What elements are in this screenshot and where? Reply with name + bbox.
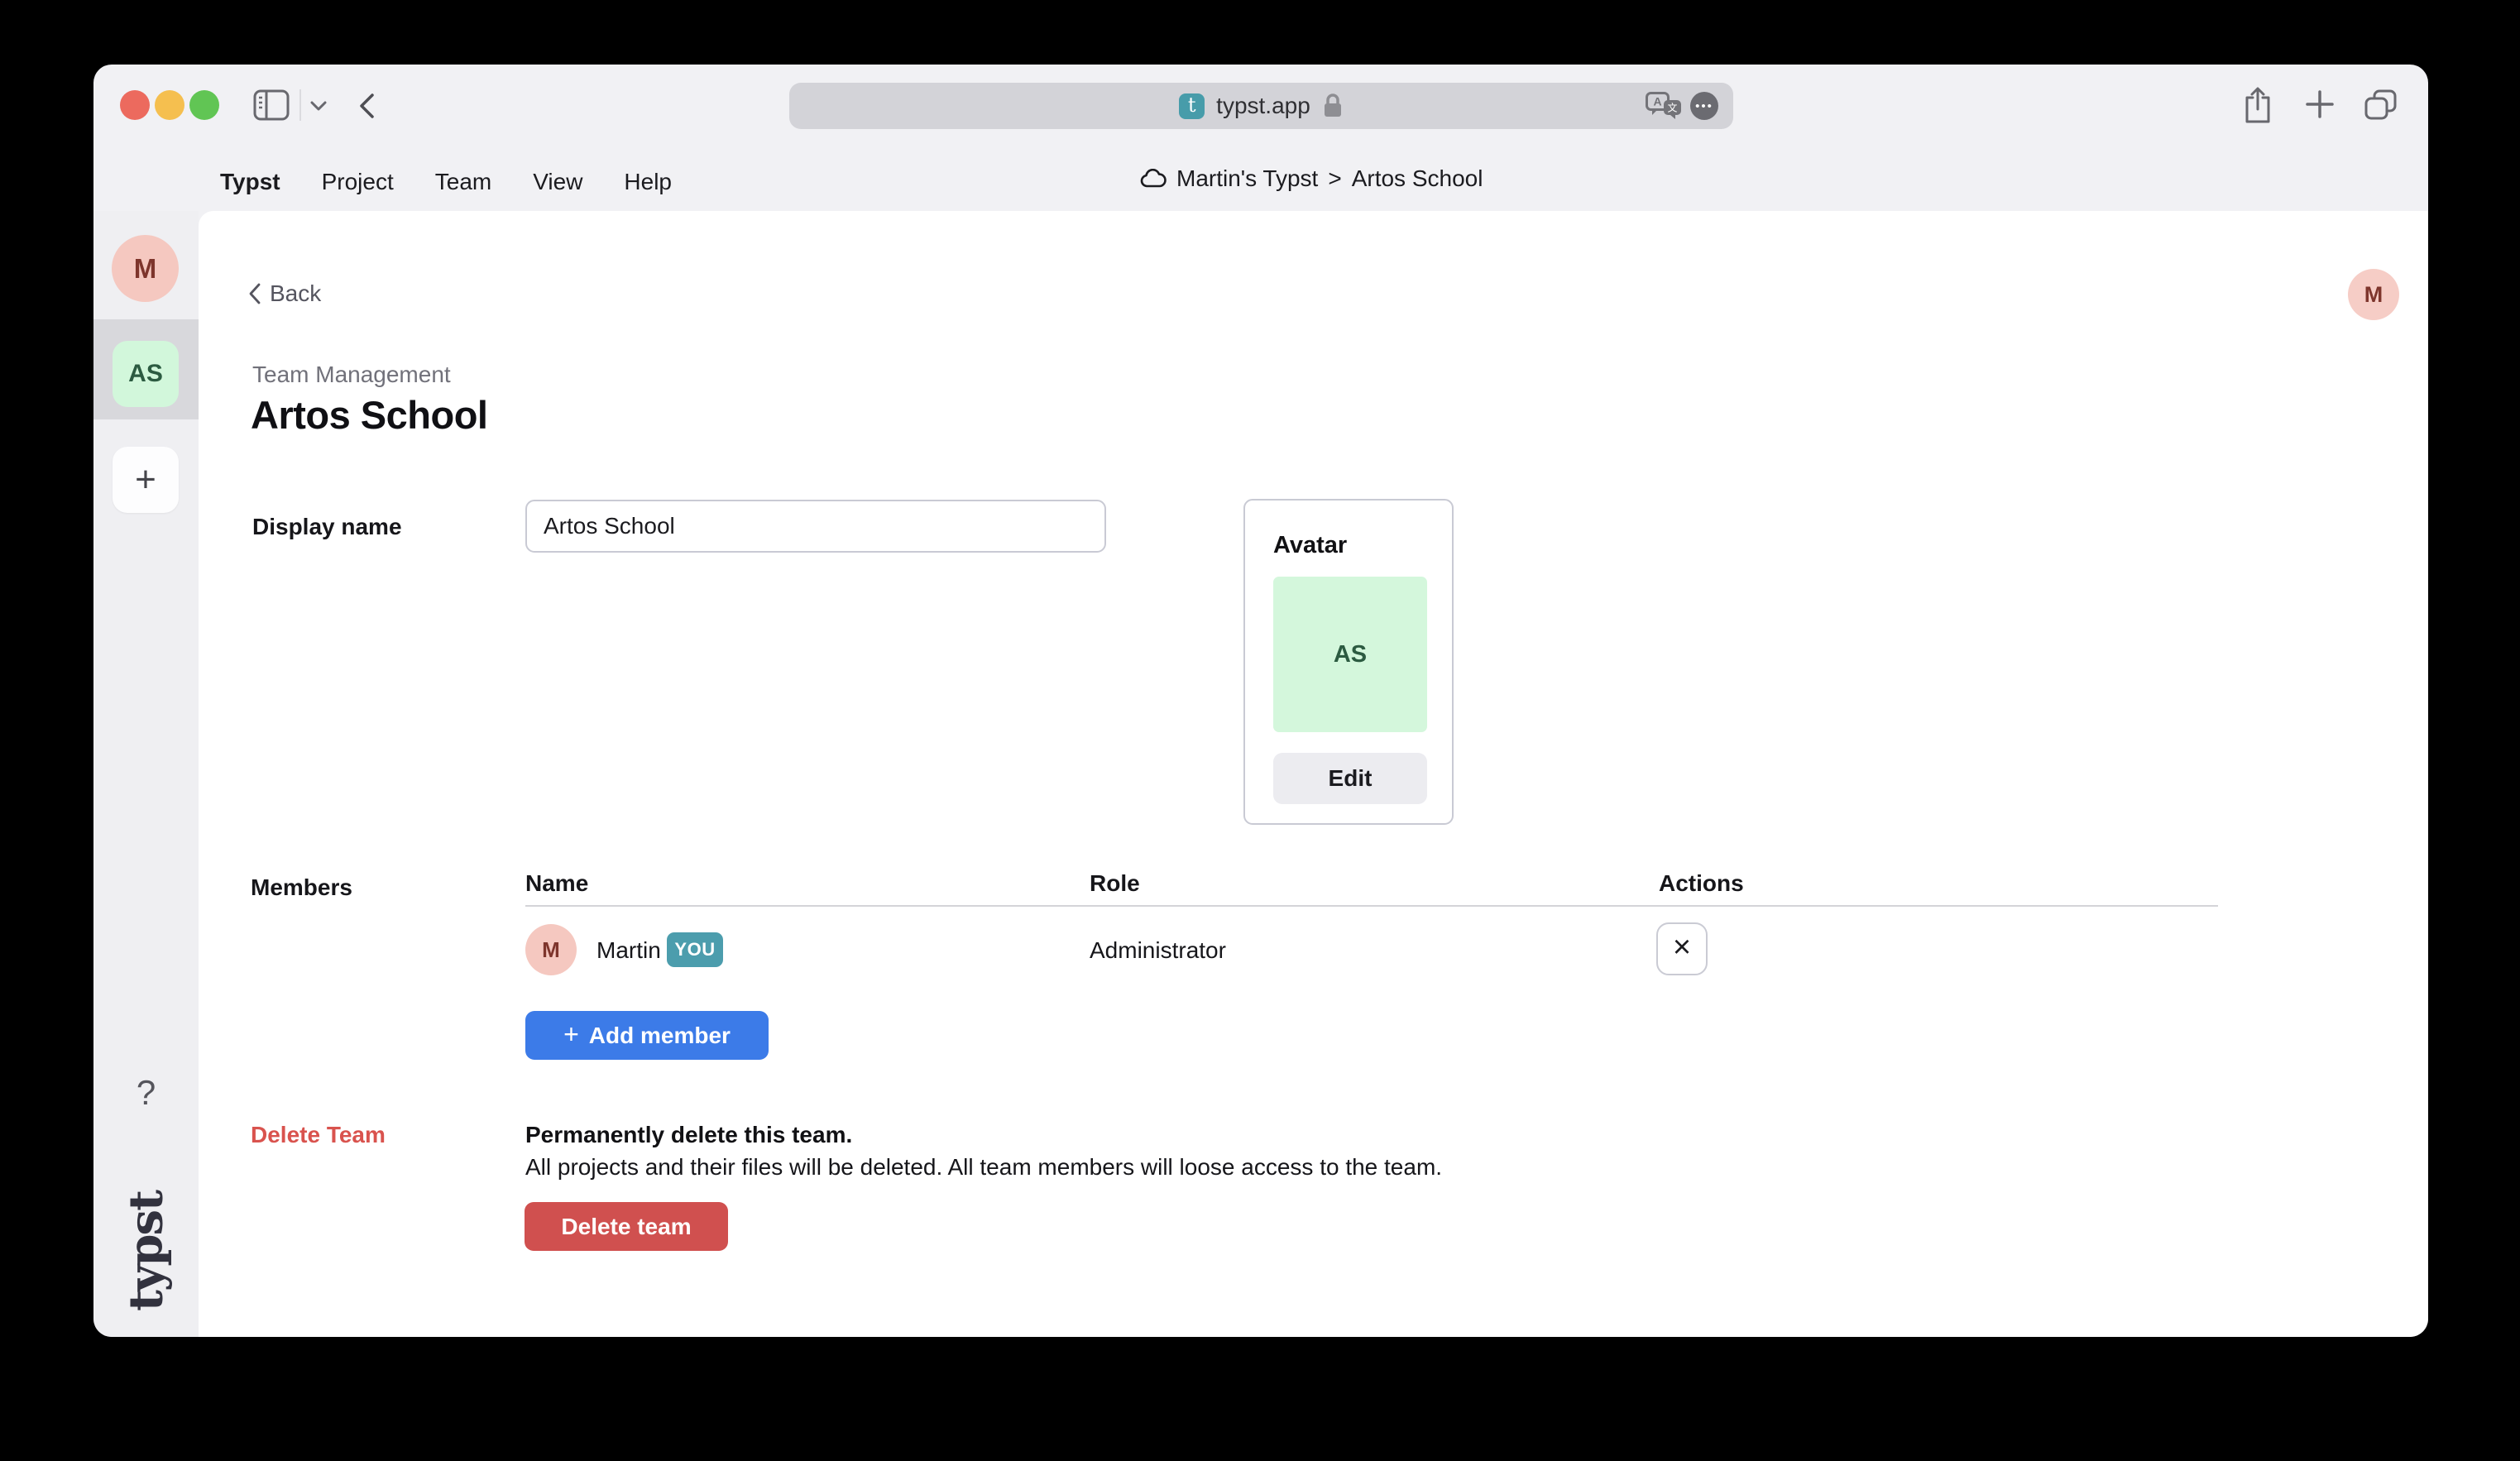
cloud-icon — [1139, 169, 1167, 189]
zoom-window-button[interactable] — [189, 90, 219, 120]
breadcrumb: Martin's Typst > Artos School — [1139, 165, 1483, 192]
menu-help[interactable]: Help — [624, 169, 672, 195]
share-icon[interactable] — [2244, 86, 2272, 124]
chevron-down-icon[interactable] — [310, 101, 327, 111]
breadcrumb-separator: > — [1328, 165, 1341, 192]
sidebar-team-avatar[interactable]: AS — [113, 341, 179, 407]
sidebar-user-avatar[interactable]: M — [112, 235, 179, 302]
browser-back-icon[interactable] — [359, 93, 376, 119]
url-text: typst.app — [1216, 93, 1310, 119]
lock-icon — [1322, 93, 1344, 119]
avatar-card: Avatar AS Edit — [1243, 499, 1454, 825]
column-header-role: Role — [1090, 870, 1140, 897]
site-favicon: t — [1179, 93, 1205, 119]
back-label: Back — [270, 280, 321, 307]
you-badge: YOU — [667, 932, 723, 967]
browser-chrome: t typst.app A 文 — [93, 65, 2428, 147]
help-icon[interactable]: ? — [93, 1073, 199, 1113]
svg-text:A: A — [1653, 95, 1661, 108]
menu-team[interactable]: Team — [435, 169, 491, 195]
column-header-actions: Actions — [1659, 870, 1744, 897]
section-label: Team Management — [252, 362, 451, 388]
tab-overview-icon[interactable] — [2364, 89, 2398, 121]
app-menubar: Typst Project Team View Help — [220, 169, 672, 195]
column-header-name: Name — [525, 870, 588, 897]
account-avatar[interactable]: M — [2348, 269, 2399, 320]
team-management-page: Back M Team Management Artos School Disp… — [199, 211, 2428, 1337]
more-options-icon[interactable]: ••• — [1690, 92, 1718, 120]
page-title: Artos School — [251, 392, 487, 438]
delete-team-section-label: Delete Team — [251, 1122, 386, 1148]
toggle-sidebar-icon[interactable] — [253, 89, 290, 121]
address-bar[interactable]: t typst.app A 文 — [789, 83, 1733, 129]
edit-avatar-button[interactable]: Edit — [1273, 753, 1427, 804]
member-role: Administrator — [1090, 937, 1226, 964]
menu-typst[interactable]: Typst — [220, 169, 280, 195]
member-avatar: M — [525, 924, 577, 975]
remove-member-button[interactable]: × — [1656, 922, 1708, 975]
delete-team-button[interactable]: Delete team — [525, 1202, 728, 1251]
table-header-divider — [525, 905, 2218, 907]
translate-icon[interactable]: A 文 — [1646, 92, 1682, 120]
address-bar-center: t typst.app — [1179, 93, 1344, 119]
menu-project[interactable]: Project — [322, 169, 394, 195]
display-name-input[interactable] — [525, 500, 1106, 553]
typst-logo: typst — [93, 1189, 199, 1315]
team-avatar-preview: AS — [1273, 577, 1427, 732]
close-window-button[interactable] — [120, 90, 150, 120]
display-name-label: Display name — [252, 514, 402, 540]
workspace-sidebar: M AS + ? typst — [93, 211, 199, 1337]
delete-team-heading: Permanently delete this team. — [525, 1122, 852, 1148]
breadcrumb-workspace[interactable]: Martin's Typst — [1176, 165, 1318, 192]
chrome-divider — [299, 89, 301, 121]
back-link[interactable]: Back — [248, 280, 321, 307]
add-member-label: Add member — [589, 1023, 731, 1049]
delete-team-description: All projects and their files will be del… — [525, 1154, 1442, 1181]
menu-view[interactable]: View — [533, 169, 582, 195]
breadcrumb-current: Artos School — [1352, 165, 1483, 192]
sidebar-add-team-button[interactable]: + — [113, 447, 179, 513]
members-label: Members — [251, 874, 352, 901]
browser-window: t typst.app A 文 — [93, 65, 2428, 1337]
new-tab-icon[interactable] — [2304, 89, 2336, 120]
svg-text:文: 文 — [1667, 102, 1677, 114]
avatar-card-title: Avatar — [1273, 532, 1347, 559]
plus-icon: + — [563, 1019, 579, 1050]
add-member-button[interactable]: + Add member — [525, 1011, 769, 1060]
app-body: M AS + ? typst Back M Team Management Ar… — [93, 211, 2428, 1337]
member-name: Martin — [596, 937, 661, 964]
minimize-window-button[interactable] — [155, 90, 184, 120]
